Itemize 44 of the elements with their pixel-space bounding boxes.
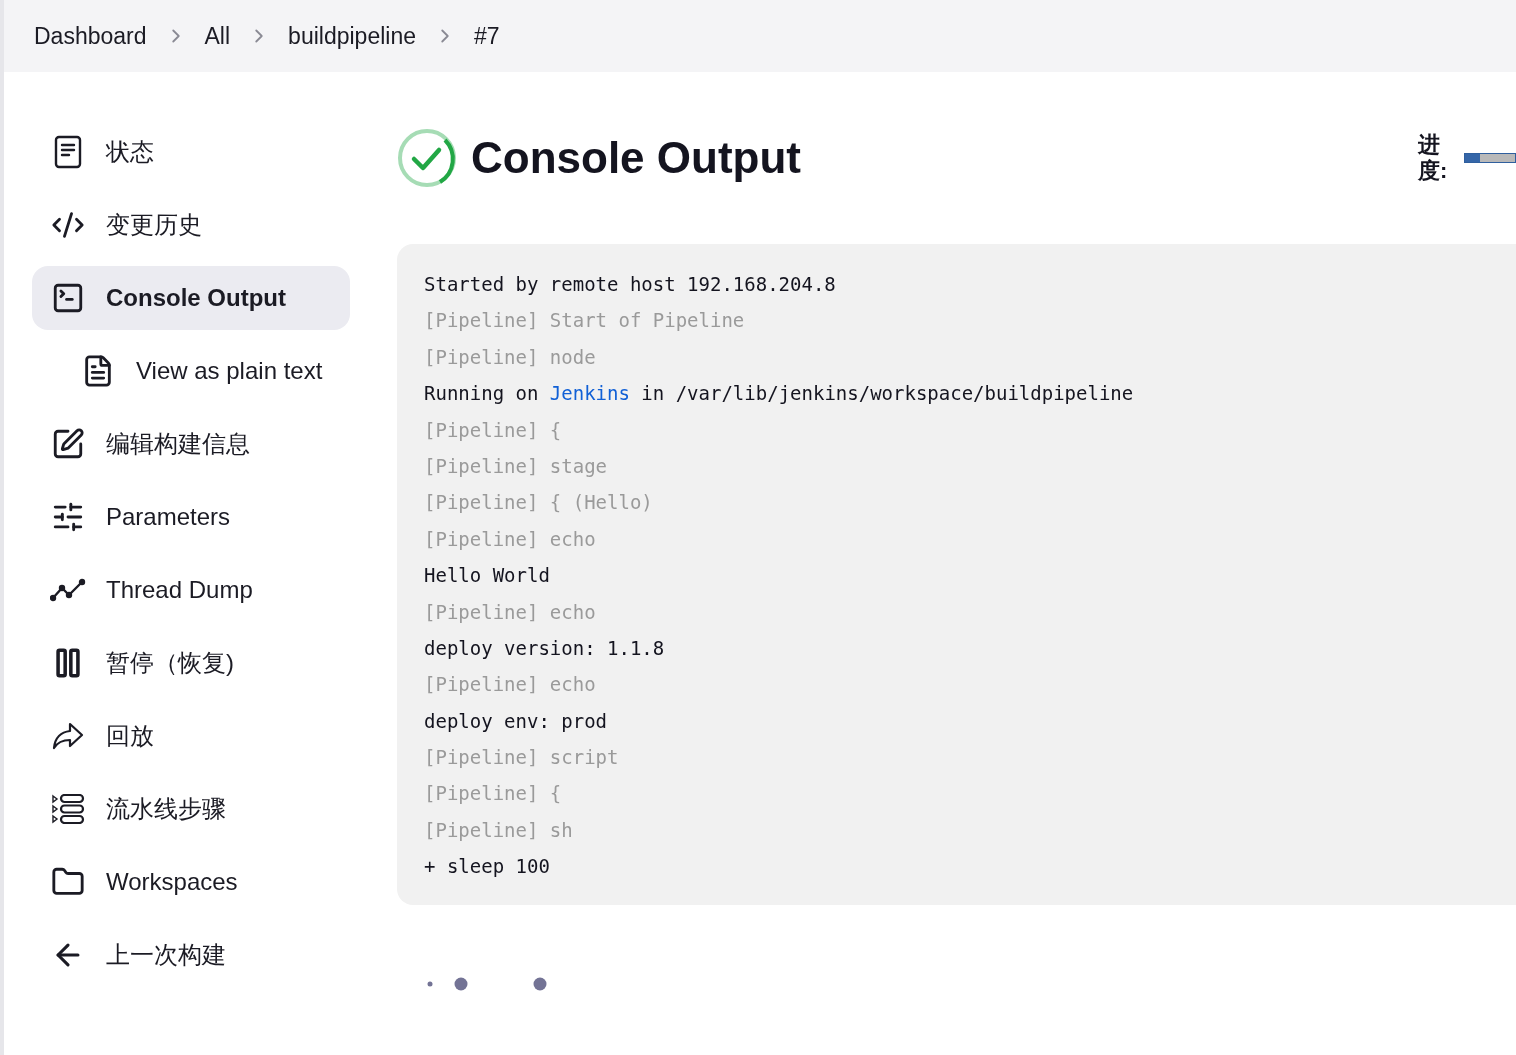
node-link[interactable]: Jenkins xyxy=(549,382,630,405)
console-line: Running on Jenkins in /var/lib/jenkins/workspace/buildpipeline xyxy=(424,381,1135,407)
console-line: deploy env: prod xyxy=(424,708,609,734)
edit-icon xyxy=(51,427,85,461)
sidebar-item[interactable]: 编辑构建信息 xyxy=(32,412,350,476)
sidebar-item[interactable]: 流水线步骤 xyxy=(32,777,350,841)
sidebar-item[interactable]: 上一次构建 xyxy=(32,923,350,987)
console-line: [Pipeline] { (Hello) xyxy=(424,490,654,516)
sidebar-item[interactable]: Thread Dump xyxy=(32,558,350,622)
sidebar-item[interactable]: View as plain text xyxy=(32,339,350,403)
sidebar-item[interactable]: Workspaces xyxy=(32,850,350,914)
sidebar-item[interactable]: 回放 xyxy=(32,704,350,768)
sidebar-item[interactable]: Parameters xyxy=(32,485,350,549)
progress-label: 进度: xyxy=(1418,131,1449,185)
breadcrumb-link[interactable]: Dashboard xyxy=(34,18,147,54)
breadcrumb-link[interactable]: All xyxy=(204,18,231,54)
share-arrow-icon xyxy=(52,722,84,750)
step-list-icon xyxy=(51,794,85,824)
console-line: [Pipeline] script xyxy=(424,745,620,771)
page-title: Console Output xyxy=(471,132,801,184)
sidebar-item[interactable]: Console Output xyxy=(32,266,350,330)
console-line: [Pipeline] { xyxy=(424,781,563,807)
console-line: deploy version: 1.1.8 xyxy=(424,635,666,661)
console-line: [Pipeline] stage xyxy=(424,453,609,479)
terminal-icon xyxy=(51,281,85,315)
console-line: Hello World xyxy=(424,563,551,589)
console-line: [Pipeline] echo xyxy=(424,526,597,552)
console-line: Started by remote host 192.168.204.8 xyxy=(424,272,837,297)
line-chart-icon xyxy=(50,578,86,602)
console-line: [Pipeline] echo xyxy=(424,672,597,698)
sidebar-item[interactable]: 状态 xyxy=(32,120,350,184)
loading-dots-icon xyxy=(425,976,547,991)
console-line: + sleep 100 xyxy=(424,854,551,880)
sliders-icon xyxy=(51,500,85,534)
breadcrumb-link[interactable]: #7 xyxy=(474,18,500,54)
sidebar-item[interactable]: 暂停（恢复) xyxy=(32,631,350,695)
sidebar-item[interactable]: 变更历史 xyxy=(32,193,350,257)
breadcrumb-link[interactable]: buildpipeline xyxy=(288,18,416,54)
console-line: [Pipeline] node xyxy=(424,344,597,370)
console-line: [Pipeline] sh xyxy=(424,817,574,843)
console-line: [Pipeline] { xyxy=(424,417,563,443)
console-line: [Pipeline] echo xyxy=(424,599,597,625)
status-document-icon xyxy=(53,135,83,169)
console-line: [Pipeline] Start of Pipeline xyxy=(424,308,746,334)
